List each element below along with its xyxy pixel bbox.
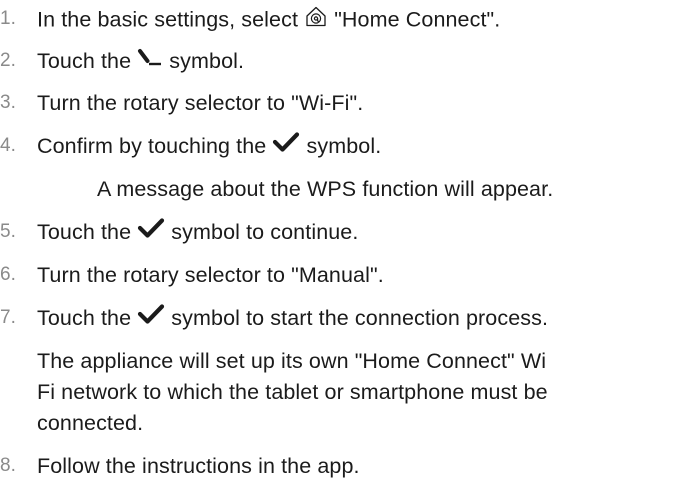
step-text: In the basic settings, select bbox=[37, 7, 299, 32]
step-text: Turn the rotary selector to "Wi-Fi". bbox=[37, 91, 364, 115]
checkmark-icon bbox=[137, 217, 165, 245]
checkmark-icon bbox=[137, 303, 165, 331]
remote-start-icon bbox=[137, 47, 163, 73]
step-7-note-line: The appliance will set up its own "Home … bbox=[37, 349, 547, 373]
step-number: 3. bbox=[0, 92, 17, 113]
step-number: 1. bbox=[0, 8, 17, 29]
step-number: 5. bbox=[0, 221, 17, 242]
step-text: Turn the rotary selector to "Manual". bbox=[37, 263, 384, 287]
step-7-note-line: connected. bbox=[37, 411, 144, 435]
step-text: Touch the bbox=[37, 49, 132, 73]
step-text: Follow the instructions in the app. bbox=[37, 454, 360, 478]
home-connect-icon bbox=[304, 4, 328, 34]
step-number: 2. bbox=[0, 50, 17, 71]
step-number: 7. bbox=[0, 307, 17, 328]
step-number: 4. bbox=[0, 135, 17, 156]
step-4-result: A message about the WPS function will ap… bbox=[97, 177, 554, 201]
step-text: Touch the bbox=[37, 306, 132, 330]
step-text: Touch the bbox=[37, 220, 132, 244]
instruction-document: 1. In the basic settings, select "Home C… bbox=[0, 0, 694, 483]
step-text: symbol. bbox=[169, 49, 245, 73]
step-7-note-line: Fi network to which the tablet or smartp… bbox=[37, 380, 548, 404]
checkmark-icon bbox=[272, 131, 300, 159]
step-text: symbol. bbox=[306, 134, 382, 158]
step-text: symbol to start the connection process. bbox=[171, 306, 549, 330]
step-number: 8. bbox=[0, 455, 17, 476]
step-text: Confirm by touching the bbox=[37, 134, 267, 158]
step-number: 6. bbox=[0, 264, 17, 285]
step-text: "Home Connect". bbox=[334, 7, 501, 32]
step-text: symbol to continue. bbox=[171, 220, 359, 244]
